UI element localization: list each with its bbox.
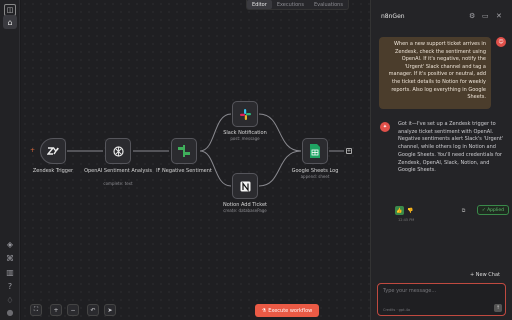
if-branch-icon [178, 145, 190, 157]
user-avatar-icon[interactable]: ● [4, 306, 16, 318]
execute-workflow-label: Execute workflow [268, 307, 313, 314]
help-icon[interactable]: ? [4, 280, 16, 292]
left-sidebar: ◫ ⌂ ◈ ⌘ ▥ ? ♢ ● [0, 0, 20, 320]
zoom-in-button[interactable]: + [50, 304, 62, 316]
thumbs-up-icon[interactable]: 👍 [395, 206, 404, 215]
add-trigger-icon[interactable]: + [30, 147, 35, 154]
node-slack-notification[interactable] [232, 101, 258, 127]
node-if-negative[interactable] [171, 138, 197, 164]
copy-icon[interactable]: ⧉ [459, 206, 468, 215]
chat-input[interactable]: Type your message... Credits · gpt-4o ↑ [377, 283, 506, 316]
flask-icon: ⚗ [261, 307, 267, 314]
insights-icon[interactable]: ▥ [4, 266, 16, 278]
slack-icon [239, 108, 251, 120]
new-chat-button[interactable]: + New Chat [470, 272, 500, 278]
chat-input-placeholder: Type your message... [383, 288, 437, 294]
zoom-out-button[interactable]: − [67, 304, 79, 316]
send-icon[interactable]: ↑ [494, 304, 502, 312]
app-window: ◫ ⌂ ◈ ⌘ ▥ ? ♢ ● Editor Executions Evalua… [0, 0, 512, 320]
node-subtitle: append: sheet [300, 174, 330, 179]
panel-title: n8nGen [381, 13, 405, 20]
variables-icon[interactable]: ⌘ [4, 252, 16, 264]
zendesk-icon [47, 147, 59, 155]
user-avatar: ☺ [496, 37, 506, 47]
user-message-bubble: When a new support ticket arrives in Zen… [379, 37, 491, 109]
assistant-avatar: ✦ [380, 122, 390, 132]
node-zendesk-trigger[interactable] [40, 138, 66, 164]
node-label: IF Negative Sentiment [156, 168, 212, 174]
thumbs-down-icon[interactable]: 👎 [406, 206, 415, 215]
openai-icon [112, 145, 124, 157]
node-notion-add[interactable] [232, 173, 258, 199]
node-google-sheets-log[interactable] [302, 138, 328, 164]
select-tool-button[interactable]: ➤ [104, 304, 116, 316]
close-icon[interactable]: ✕ [496, 12, 502, 20]
notion-icon [240, 181, 250, 192]
message-timestamp: 12:45 PM [398, 218, 415, 222]
message-actions: 👍 👎 ⧉ ✓ Applied [395, 205, 509, 217]
node-subtitle: create: databasePage [223, 208, 267, 213]
model-selector[interactable]: Credits · gpt-4o [383, 308, 410, 312]
undo-button[interactable]: ↶ [87, 304, 99, 316]
fit-view-button[interactable]: ⛶ [30, 304, 42, 316]
notifications-icon[interactable]: ♢ [4, 294, 16, 306]
assistant-message: Got it—I've set up a Zendesk trigger to … [398, 121, 504, 174]
workflow-canvas[interactable]: Editor Executions Evaluations + Zendesk … [21, 0, 370, 320]
chat-panel: n8nGen ⚙ ▭ ✕ ☺ When a new support ticket… [370, 0, 512, 320]
node-subtitle: post: message [230, 136, 260, 141]
applied-badge[interactable]: ✓ Applied [476, 205, 509, 215]
minimize-icon[interactable]: ▭ [482, 12, 489, 20]
templates-icon[interactable]: ◈ [4, 238, 16, 250]
home-icon[interactable]: ⌂ [3, 15, 17, 29]
node-openai-sentiment[interactable] [105, 138, 131, 164]
settings-icon[interactable]: ⚙ [469, 12, 475, 20]
google-sheets-icon [310, 144, 320, 158]
add-node-port[interactable]: + [346, 148, 352, 154]
node-subtitle: complete: text [103, 181, 133, 186]
execute-workflow-button[interactable]: ⚗ Execute workflow [255, 304, 319, 317]
